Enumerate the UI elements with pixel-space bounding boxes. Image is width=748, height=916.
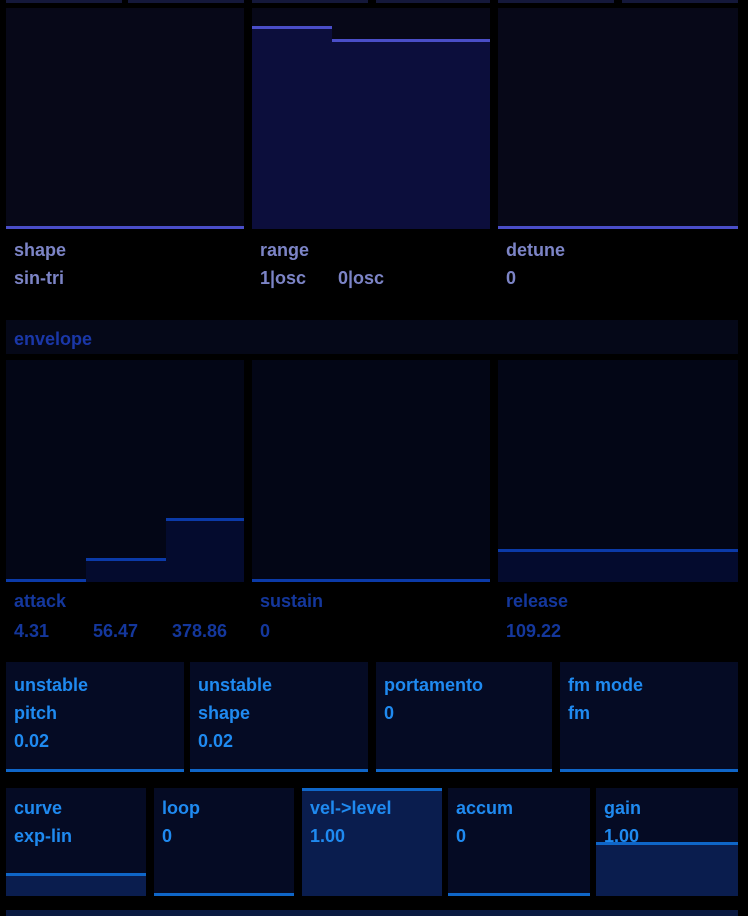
unstable-shape-control[interactable]: unstable shape 0.02 bbox=[190, 662, 368, 772]
accum-label: accum bbox=[456, 798, 514, 818]
detune-label: detune bbox=[506, 240, 566, 260]
accum-control[interactable]: accum 0 bbox=[448, 788, 590, 896]
gain-fill bbox=[596, 842, 738, 896]
loop-label: loop bbox=[162, 798, 200, 818]
top-segment bbox=[128, 0, 244, 3]
top-segment bbox=[6, 0, 122, 3]
vel-level-text: vel->level 1.00 bbox=[310, 794, 392, 850]
release-fader-fill bbox=[498, 549, 738, 582]
curve-text: curve exp-lin bbox=[14, 794, 72, 850]
attack-label: attack bbox=[14, 591, 67, 611]
fm-mode-level bbox=[560, 769, 738, 772]
portamento-label: portamento bbox=[384, 675, 483, 695]
range-value-2: 0|osc bbox=[338, 268, 385, 288]
unstable-pitch-value: 0.02 bbox=[14, 731, 50, 751]
portamento-level bbox=[376, 769, 552, 772]
shape-fader-level bbox=[6, 226, 244, 229]
fm-mode-value: fm bbox=[568, 703, 590, 723]
release-value: 109.22 bbox=[506, 621, 562, 641]
gain-label: gain bbox=[604, 798, 642, 818]
curve-fill bbox=[6, 873, 146, 896]
detune-fader-level bbox=[498, 226, 738, 229]
gain-text: gain 1.00 bbox=[604, 794, 641, 850]
attack-value-3: 378.86 bbox=[172, 621, 228, 641]
attack-value-1: 4.31 bbox=[14, 621, 50, 641]
unstable-shape-label-1: unstable bbox=[198, 675, 273, 695]
curve-value: exp-lin bbox=[14, 826, 73, 846]
range-fader-1-fill bbox=[252, 26, 332, 229]
unstable-pitch-control[interactable]: unstable pitch 0.02 bbox=[6, 662, 184, 772]
unstable-shape-label-2: shape bbox=[198, 703, 251, 723]
portamento-control[interactable]: portamento 0 bbox=[376, 662, 552, 772]
unstable-pitch-level bbox=[6, 769, 184, 772]
vel-level-control[interactable]: vel->level 1.00 bbox=[302, 788, 442, 896]
fm-mode-label: fm mode bbox=[568, 675, 644, 695]
gain-value: 1.00 bbox=[604, 826, 640, 846]
unstable-shape-text: unstable shape 0.02 bbox=[198, 671, 272, 755]
unstable-shape-value: 0.02 bbox=[198, 731, 234, 751]
loop-value: 0 bbox=[162, 826, 173, 846]
portamento-text: portamento 0 bbox=[384, 671, 483, 727]
attack-fader-1-fill bbox=[6, 579, 86, 582]
release-label: release bbox=[506, 591, 569, 611]
attack-fader[interactable] bbox=[6, 360, 244, 582]
range-label: range bbox=[260, 240, 310, 260]
top-segment bbox=[498, 0, 614, 3]
range-value-1: 1|osc bbox=[260, 268, 307, 288]
accum-level bbox=[448, 893, 590, 896]
fm-mode-control[interactable]: fm mode fm bbox=[560, 662, 738, 772]
curve-control[interactable]: curve exp-lin bbox=[6, 788, 146, 896]
detune-fader[interactable] bbox=[498, 8, 738, 229]
vel-level-value: 1.00 bbox=[310, 826, 346, 846]
release-fader[interactable] bbox=[498, 360, 738, 582]
accum-text: accum 0 bbox=[456, 794, 513, 850]
shape-value: sin-tri bbox=[14, 268, 65, 288]
accum-value: 0 bbox=[456, 826, 467, 846]
range-fader-2-fill bbox=[332, 39, 490, 229]
top-segment bbox=[376, 0, 490, 3]
loop-control[interactable]: loop 0 bbox=[154, 788, 294, 896]
gain-control[interactable]: gain 1.00 bbox=[596, 788, 738, 896]
top-segment bbox=[622, 0, 738, 3]
portamento-value: 0 bbox=[384, 703, 395, 723]
sustain-fader-level bbox=[252, 579, 490, 582]
sustain-value: 0 bbox=[260, 621, 271, 641]
unstable-shape-level bbox=[190, 769, 368, 772]
curve-label: curve bbox=[14, 798, 63, 818]
fm-mode-text: fm mode fm bbox=[568, 671, 643, 727]
range-fader[interactable] bbox=[252, 8, 490, 229]
loop-level bbox=[154, 893, 294, 896]
unstable-pitch-text: unstable pitch 0.02 bbox=[14, 671, 88, 755]
top-segment bbox=[252, 0, 368, 3]
detune-value: 0 bbox=[506, 268, 517, 288]
attack-fader-2-fill bbox=[86, 558, 166, 582]
unstable-pitch-label-1: unstable bbox=[14, 675, 89, 695]
attack-fader-3-fill bbox=[166, 518, 244, 582]
envelope-title: envelope bbox=[14, 329, 93, 349]
envelope-header bbox=[6, 320, 738, 354]
vel-level-label: vel->level bbox=[310, 798, 392, 818]
shape-fader[interactable] bbox=[6, 8, 244, 229]
attack-value-2: 56.47 bbox=[93, 621, 139, 641]
sustain-fader[interactable] bbox=[252, 360, 490, 582]
loop-text: loop 0 bbox=[162, 794, 200, 850]
bottom-bar bbox=[6, 910, 738, 916]
sustain-label: sustain bbox=[260, 591, 324, 611]
shape-label: shape bbox=[14, 240, 67, 260]
unstable-pitch-label-2: pitch bbox=[14, 703, 57, 723]
